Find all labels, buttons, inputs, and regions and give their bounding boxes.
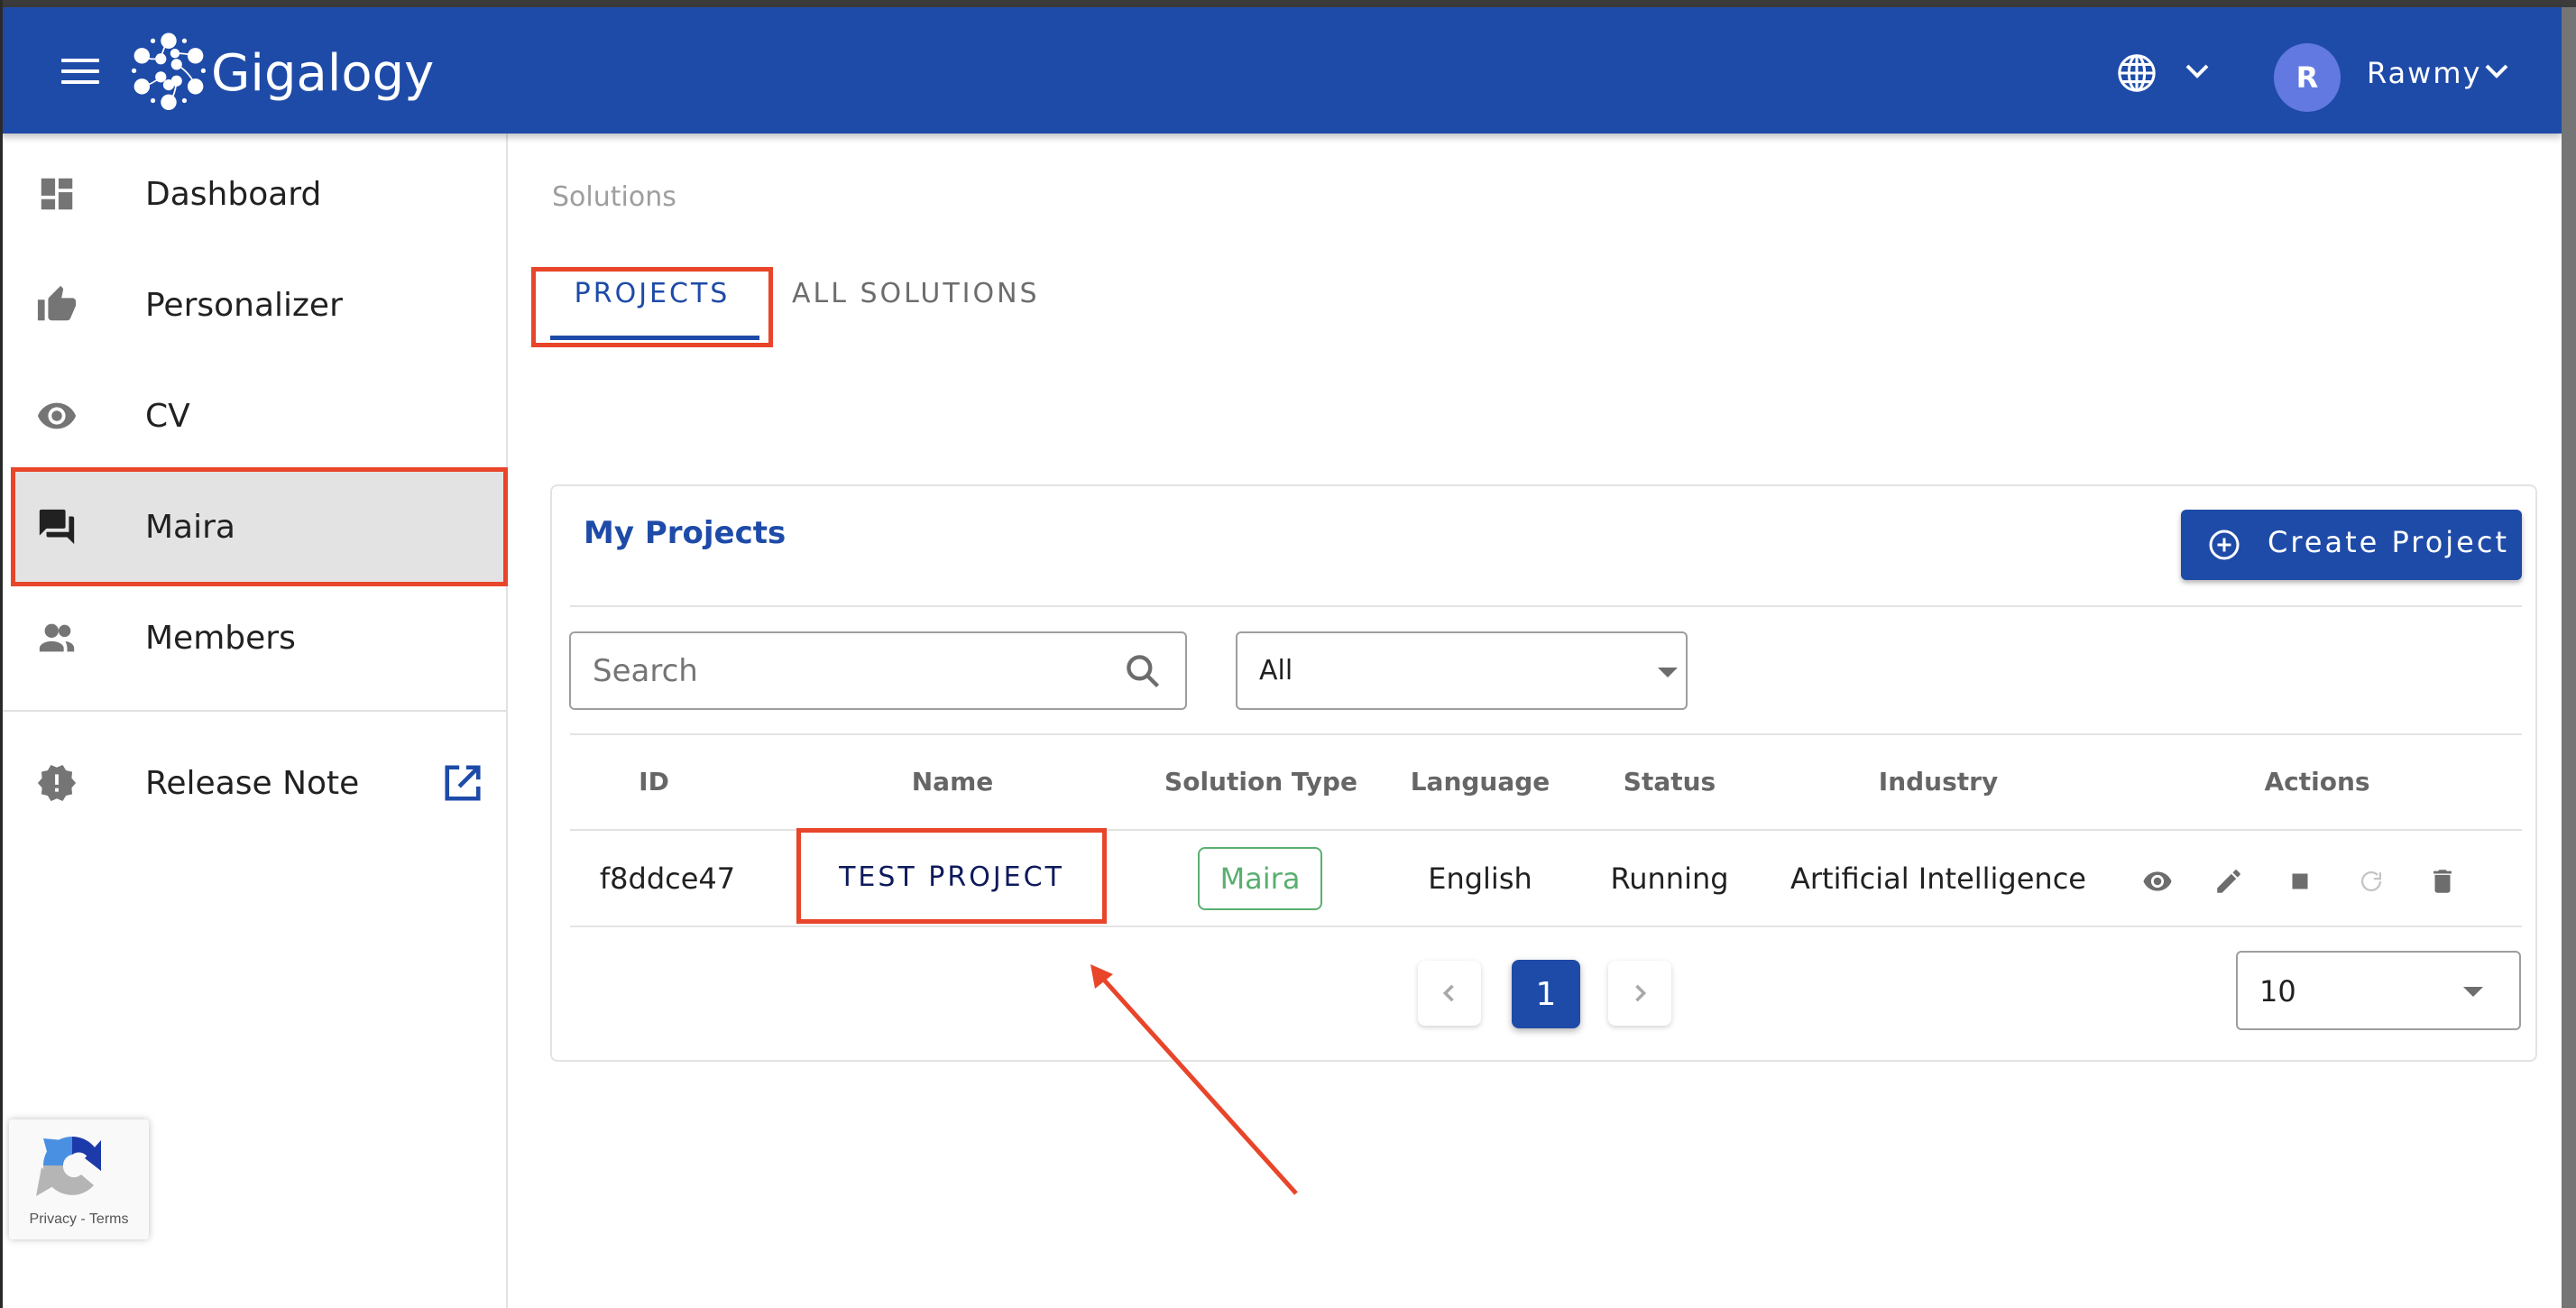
sidebar-divider (0, 710, 506, 712)
dashboard-icon (41, 178, 73, 210)
filter-value: All (1259, 655, 1293, 686)
active-tab-indicator (550, 336, 759, 340)
sidebar-item-personalizer[interactable]: Personalizer (11, 250, 508, 360)
people-icon (39, 623, 75, 652)
cell-language: English (1428, 861, 1532, 896)
solution-type-badge: Maira (1198, 847, 1322, 910)
sidebar-item-label: Maira (145, 508, 235, 546)
recaptcha-logo-icon (36, 1137, 101, 1196)
sidebar-item-label: CV (145, 397, 190, 435)
table-bottom-divider (570, 926, 2522, 927)
next-page-button[interactable] (1608, 961, 1671, 1026)
column-header-language: Language (1410, 767, 1550, 797)
sidebar-item-maira[interactable]: Maira (11, 467, 508, 586)
cell-industry: Artificial Intelligence (1790, 861, 2086, 896)
delete-icon[interactable] (2427, 866, 2458, 897)
restart-icon[interactable] (2356, 866, 2387, 897)
sidebar-item-dashboard[interactable]: Dashboard (11, 139, 508, 249)
tab-all-solutions[interactable]: ALL SOLUTIONS (792, 278, 1040, 309)
create-project-label: Create Project (2268, 525, 2509, 559)
page-1-button[interactable]: 1 (1512, 960, 1580, 1028)
sidebar-item-members[interactable]: Members (11, 583, 508, 693)
scrollbar[interactable] (2562, 7, 2576, 1308)
eye-icon (37, 402, 77, 429)
cell-status: Running (1610, 861, 1729, 896)
chat-icon (39, 509, 75, 545)
search-placeholder: Search (593, 653, 698, 689)
avatar-initial: R (2295, 60, 2319, 95)
caret-down-icon (2463, 987, 2483, 997)
create-project-button[interactable]: Create Project (2181, 510, 2522, 580)
project-name-link[interactable]: TEST PROJECT (796, 828, 1107, 924)
window-left-border (0, 0, 3, 1308)
user-menu-chevron-down-icon[interactable] (2484, 63, 2509, 79)
thumb-up-icon (37, 285, 77, 321)
menu-icon[interactable] (61, 59, 99, 86)
search-icon[interactable] (1123, 651, 1163, 691)
chevron-right-icon (1635, 984, 1647, 1002)
rows-per-page-select[interactable]: 10 (2236, 951, 2521, 1030)
column-header-actions: Actions (2264, 767, 2370, 797)
edit-icon[interactable] (2213, 866, 2244, 897)
breadcrumb[interactable]: Solutions (552, 181, 676, 213)
sidebar-item-label: Personalizer (145, 286, 343, 324)
search-input[interactable]: Search (569, 631, 1187, 710)
sidebar-item-label: Release Note (145, 764, 360, 802)
solution-filter-select[interactable]: All (1236, 631, 1688, 710)
open-in-new-icon[interactable] (442, 762, 483, 804)
add-circle-icon (2209, 530, 2240, 560)
chevron-left-icon (1442, 984, 1454, 1002)
tab-projects[interactable]: PROJECTS (531, 267, 773, 347)
sidebar-item-release-note[interactable]: Release Note (11, 728, 508, 838)
table-top-divider (570, 733, 2522, 735)
recaptcha-badge[interactable]: Privacy - Terms (9, 1119, 149, 1239)
cell-name: TEST PROJECT (839, 861, 1064, 893)
brand-logo[interactable]: Gigalogy (128, 28, 434, 118)
column-header-solution-type: Solution Type (1164, 767, 1357, 797)
username[interactable]: Rawmy (2367, 56, 2481, 90)
rows-per-page-value: 10 (2259, 974, 2296, 1009)
cell-id: f8ddce47 (599, 861, 736, 896)
language-globe-icon[interactable] (2116, 52, 2157, 94)
alert-badge-icon (37, 764, 77, 802)
previous-page-button[interactable] (1418, 961, 1481, 1026)
column-header-id: ID (639, 767, 669, 797)
avatar[interactable]: R (2274, 43, 2341, 112)
my-projects-card: My Projects Create Project Search All ID… (550, 484, 2537, 1062)
window-top-border (0, 0, 2576, 7)
cell-solution-type: Maira (1219, 861, 1301, 896)
column-header-name: Name (911, 767, 994, 797)
column-header-industry: Industry (1878, 767, 1999, 797)
tab-label: PROJECTS (574, 278, 731, 309)
gigalogy-logo-icon (131, 32, 207, 111)
column-header-status: Status (1623, 767, 1716, 797)
app-header: Gigalogy R Rawmy (0, 7, 2562, 134)
caret-down-icon (1658, 668, 1678, 677)
sidebar-item-cv[interactable]: CV (11, 361, 508, 471)
stop-icon[interactable] (2285, 866, 2315, 897)
current-page: 1 (1535, 975, 1557, 1013)
sidebar-item-label: Members (145, 619, 296, 657)
card-title: My Projects (584, 515, 787, 551)
recaptcha-links[interactable]: Privacy - Terms (9, 1211, 149, 1228)
card-divider (570, 605, 2522, 607)
brand-name: Gigalogy (211, 43, 435, 103)
language-chevron-down-icon[interactable] (2185, 63, 2210, 79)
view-icon[interactable] (2142, 866, 2173, 897)
sidebar-item-label: Dashboard (145, 175, 322, 213)
